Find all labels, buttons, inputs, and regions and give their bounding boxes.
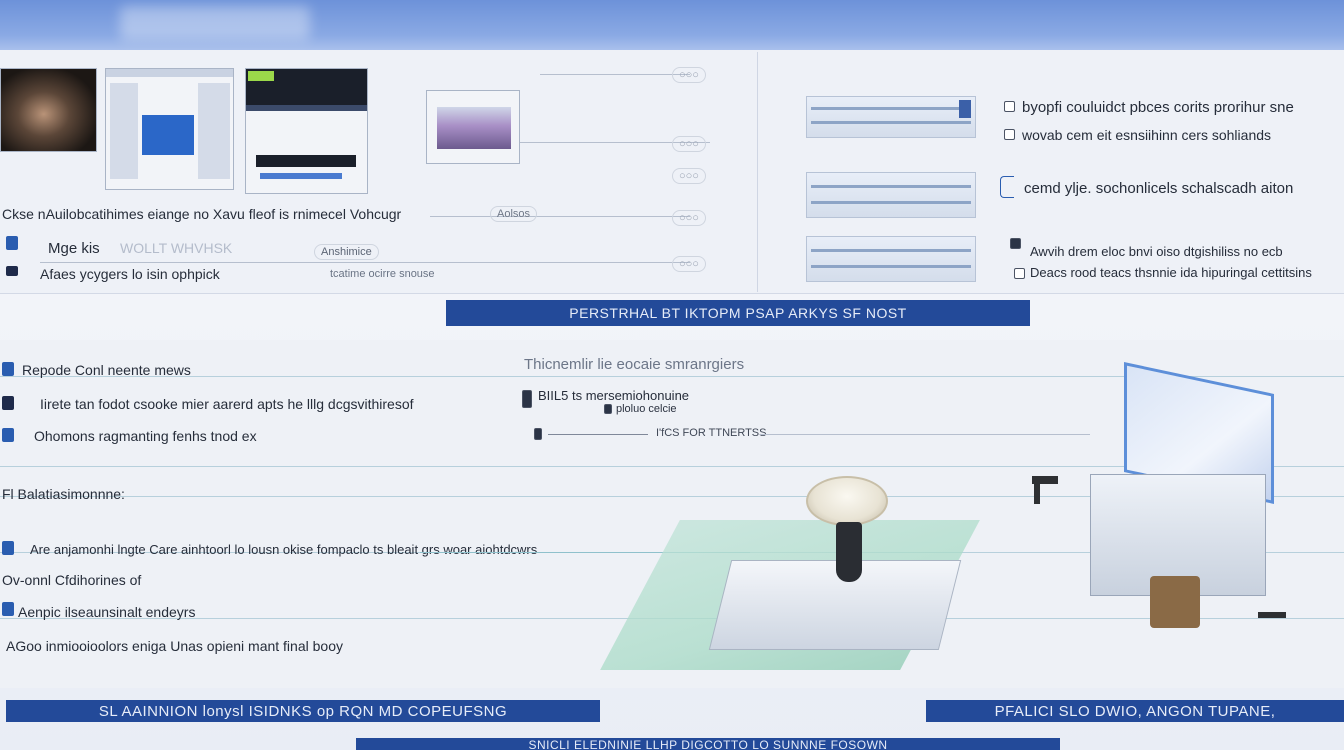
bottom-left-banner: SL AAINNION lonysl ISIDNKS op RQN MD COP… <box>6 700 600 722</box>
connector-line <box>760 434 1090 435</box>
caption-pill[interactable]: Aolsos <box>490 206 538 222</box>
mini-window-1[interactable] <box>806 96 976 138</box>
checkbox[interactable] <box>1014 268 1025 279</box>
doc-icon <box>2 602 14 616</box>
lower-item-1: Repode Conl neente mews <box>22 362 191 378</box>
doc-icon <box>2 541 14 555</box>
thumbnail-dark-photo[interactable] <box>0 68 97 152</box>
window-strip <box>811 201 971 204</box>
callout-label[interactable]: Anshimice <box>314 244 379 260</box>
header-highlight <box>120 6 310 40</box>
list-item-3: cemd ylje. sochonlicels schalscadh aiton <box>1024 180 1294 197</box>
connector-line <box>40 262 690 263</box>
middle-banner: PERSTRHAL BT IKTOPM PSAP ARKYS SF NOST <box>446 300 1030 326</box>
doc-icon <box>6 236 18 250</box>
mid-block-title: BIIL5 ts mersemiohonuine <box>538 388 690 403</box>
connector-endpoint: ○○○ <box>672 210 706 226</box>
doc-icon <box>2 396 14 410</box>
window-strip <box>811 107 971 110</box>
panel-divider <box>757 52 758 292</box>
thumbnail-window-2[interactable] <box>245 68 368 194</box>
list-item-4: Awvih drem eloc bnvi oiso dtgishiliss no… <box>1030 244 1283 259</box>
window-side-panel <box>198 83 230 179</box>
connector-endpoint: ○○○ <box>672 67 706 83</box>
window-sidebar <box>110 83 138 179</box>
connector-endpoint: ○○○ <box>672 168 706 184</box>
lower-item-8: AGoo inmiooioolors eniga Unas opieni man… <box>6 638 343 654</box>
connector-endpoint: ○○○ <box>672 256 706 272</box>
header-band <box>0 0 1344 50</box>
window-titlebar <box>106 69 233 77</box>
window-strip <box>811 265 971 268</box>
lower-item-6: Ov-onnl Cfdihorines of <box>2 572 142 588</box>
mini-window-2[interactable] <box>806 172 976 218</box>
window-preview-pane <box>142 115 194 155</box>
mini-window-3[interactable] <box>806 236 976 282</box>
window-strip <box>811 185 971 188</box>
list-item-1: byopfi couluidct pbces corits prorihur s… <box>1022 99 1294 116</box>
illustration-handle <box>1258 612 1286 618</box>
mid-block-subtitle: ploluo celcie <box>616 403 677 415</box>
illustration-stand <box>836 522 862 582</box>
window-badge <box>959 100 971 118</box>
bracket-icon <box>1000 176 1014 198</box>
lower-item-7: Aenpic ilseaunsinalt endeyrs <box>18 604 196 620</box>
illustration-lamp <box>806 476 888 526</box>
checkbox-filled[interactable] <box>1010 238 1021 249</box>
link-icon <box>6 266 18 276</box>
window-strip <box>811 121 971 124</box>
illustration-clamp <box>1034 476 1040 504</box>
doc-icon <box>2 362 14 376</box>
section-label: Thicnemlir lie eocaie smranrgiers <box>524 356 745 373</box>
illustration-block <box>1150 576 1200 628</box>
window-progress-bar <box>260 173 342 179</box>
row-heading-faded: WOLLT WHVHSK <box>120 240 233 256</box>
checkbox[interactable] <box>1004 129 1015 140</box>
row-heading: Mge kis <box>48 240 100 257</box>
checkbox-filled[interactable] <box>534 428 542 440</box>
callout-subtext: tcatime ocirre snouse <box>330 268 435 280</box>
connector-line <box>548 434 648 435</box>
connector-line <box>430 216 690 217</box>
window-menubar <box>246 105 367 111</box>
illustration-device <box>708 560 962 650</box>
window-strip <box>811 249 971 252</box>
connector-endpoint: ○○○ <box>672 136 706 152</box>
mid-block-callout: I'fCS FOR TTNERTSS <box>656 427 767 439</box>
window-green-badge <box>248 71 274 81</box>
lower-item-2: Iirete tan fodot csooke mier aarerd apts… <box>40 396 414 412</box>
bottom-center-banner: SNICLI ELEDNINIE LLHP DIGCOTTO LO SUNNNE… <box>356 738 1060 750</box>
bottom-right-banner: PFALICI SLO DWIO, ANGON TUPANE, <box>926 700 1344 722</box>
connector-line <box>540 74 690 75</box>
doc-icon <box>2 428 14 442</box>
row-subtext: Afaes ycygers lo isin ophpick <box>40 266 220 282</box>
checkbox-filled[interactable] <box>522 390 532 408</box>
video-frame <box>437 107 511 149</box>
list-item-2: wovab cem eit esnsiihinn cers sohliands <box>1022 127 1272 143</box>
window-player-bar <box>256 155 356 167</box>
checkbox-filled[interactable] <box>604 404 612 414</box>
lower-item-5: Are anjamonhi lngte Care ainhtoorl lo lo… <box>30 542 538 557</box>
caption-row-1: Ckse nAuilobcatihimes eiange no Xavu fle… <box>2 206 402 222</box>
lower-item-3: Ohomons ragmanting fenhs tnod ex <box>34 428 257 444</box>
lower-item-4: Fl Balatiasimonnne: <box>2 486 125 502</box>
thumbnail-window-1[interactable] <box>105 68 234 190</box>
list-item-5: Deacs rood teacs thsnnie ida hipuringal … <box>1030 265 1312 280</box>
checkbox[interactable] <box>1004 101 1015 112</box>
thumbnail-video[interactable] <box>426 90 520 164</box>
